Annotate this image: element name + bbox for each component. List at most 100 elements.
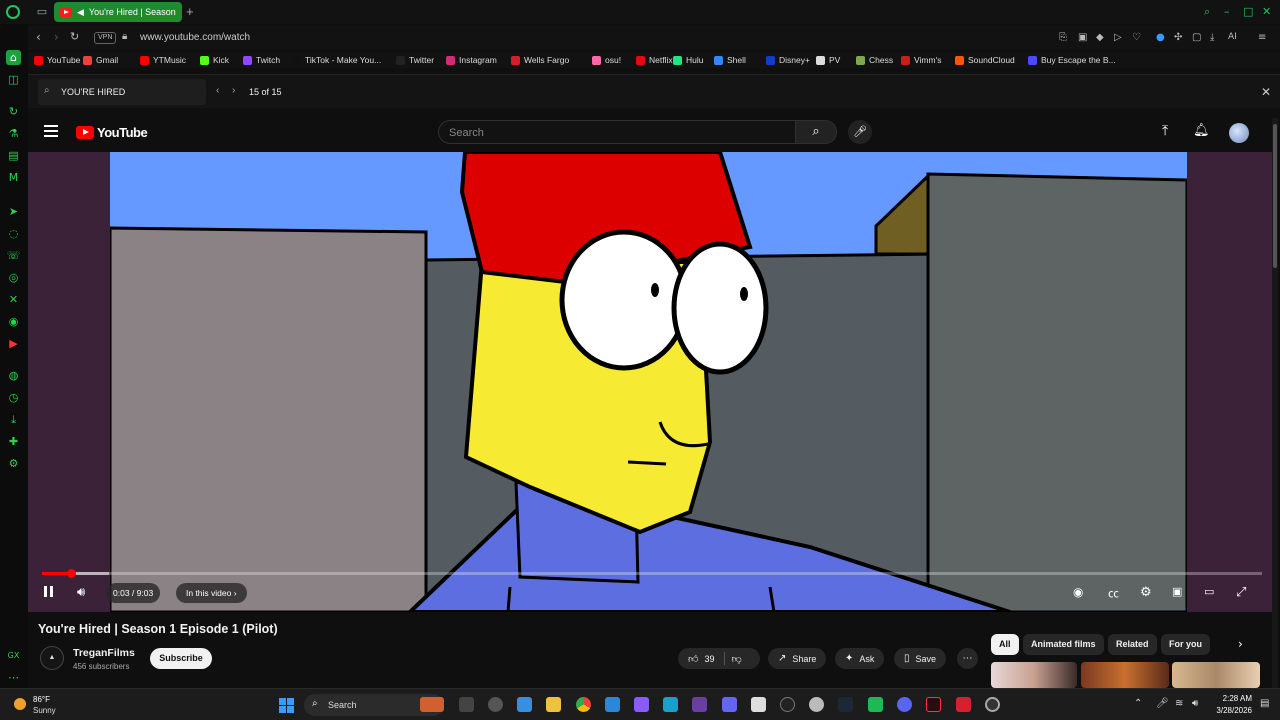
cast-icon[interactable]: ▭ bbox=[1204, 585, 1214, 598]
miniplayer-icon[interactable]: ▣ bbox=[1172, 585, 1182, 598]
whatsapp-icon[interactable]: ☏ bbox=[6, 248, 21, 263]
gx-icon[interactable]: GX bbox=[6, 648, 21, 663]
clock-time[interactable]: 2:28 AM bbox=[1212, 694, 1252, 703]
download-icon[interactable]: ⤓ bbox=[1210, 32, 1214, 43]
reload-icon[interactable]: ↻ bbox=[70, 30, 79, 43]
app-icon[interactable] bbox=[780, 697, 795, 712]
app-icon[interactable] bbox=[751, 697, 766, 712]
minimize-icon[interactable]: – bbox=[1224, 5, 1230, 18]
settings-app-icon[interactable] bbox=[488, 697, 503, 712]
youtube-search-box[interactable]: Search bbox=[438, 120, 796, 144]
messenger-m-icon[interactable]: M bbox=[6, 170, 21, 185]
weather-description[interactable]: Sunny bbox=[33, 706, 56, 715]
find-previous-icon[interactable]: ‹ bbox=[216, 85, 219, 96]
file-explorer-icon[interactable] bbox=[546, 697, 561, 712]
bookmark-item[interactable]: Instagram bbox=[446, 54, 497, 66]
bookmark-item[interactable]: TikTok - Make You... bbox=[292, 54, 381, 66]
share-button[interactable]: ↗ Share bbox=[768, 648, 827, 669]
instagram-icon[interactable]: ◎ bbox=[6, 270, 21, 285]
spotify-icon[interactable]: ◍ bbox=[6, 368, 21, 383]
play-icon[interactable]: ▷ bbox=[1114, 32, 1122, 43]
app-icon[interactable] bbox=[722, 697, 737, 712]
app-icon[interactable] bbox=[692, 697, 707, 712]
related-thumbnail[interactable] bbox=[1081, 662, 1169, 688]
heart-icon[interactable]: ♡ bbox=[1132, 32, 1141, 43]
page-scrollbar-thumb[interactable] bbox=[1273, 124, 1277, 268]
snapshot-icon[interactable]: ▣ bbox=[1078, 32, 1087, 43]
speaker-icon[interactable]: ◀ bbox=[77, 7, 84, 18]
settings-gear-icon[interactable]: ⚙ bbox=[1140, 585, 1152, 600]
workspaces-icon[interactable]: ▭ bbox=[36, 6, 48, 18]
volume-tray-icon[interactable]: 🔊︎ bbox=[1192, 698, 1198, 709]
upload-icon[interactable]: ⤒ bbox=[1162, 123, 1168, 139]
maximize-icon[interactable]: □ bbox=[1243, 5, 1253, 18]
back-icon[interactable]: ‹ bbox=[36, 30, 41, 44]
lock-icon[interactable]: 🔒︎ bbox=[122, 31, 127, 42]
spotify-app-icon[interactable] bbox=[868, 697, 883, 712]
volume-icon[interactable]: 🔊︎ bbox=[77, 585, 85, 600]
flask-icon[interactable]: ⚗ bbox=[6, 126, 21, 141]
video-player[interactable]: 🔊︎ 0:03 / 9:03 In this video › ◉ ㏄ ⚙ ▣ ▭… bbox=[28, 152, 1272, 612]
related-thumbnail[interactable] bbox=[1172, 662, 1260, 688]
in-this-video-button[interactable]: In this video › bbox=[176, 583, 247, 603]
opera-gx-app-icon[interactable] bbox=[926, 697, 941, 712]
bookmark-item[interactable]: Wells Fargo bbox=[511, 54, 569, 66]
bookmark-item[interactable]: Gmail bbox=[83, 54, 118, 66]
tray-overflow-icon[interactable]: ⌃ bbox=[1134, 698, 1142, 709]
shield-icon[interactable]: ◆ bbox=[1096, 32, 1104, 43]
autoplay-toggle-icon[interactable]: ◉ bbox=[1073, 585, 1083, 599]
channel-name[interactable]: TreganFilms bbox=[73, 647, 135, 659]
url-field[interactable]: www.youtube.com/watch bbox=[140, 32, 250, 43]
youtube-search-input[interactable]: Search bbox=[449, 127, 484, 139]
thumbs-down-icon[interactable]: 👎︎ bbox=[731, 653, 741, 665]
bookmark-item[interactable]: SoundCloud bbox=[955, 54, 1015, 66]
discord-app-icon[interactable] bbox=[897, 697, 912, 712]
thumbs-up-icon[interactable]: 👍︎ bbox=[688, 653, 698, 665]
ask-button[interactable]: ✦ Ask bbox=[835, 648, 885, 669]
app-icon[interactable] bbox=[956, 697, 971, 712]
sidebar-more-icon[interactable]: ⋯ bbox=[6, 670, 21, 685]
close-window-icon[interactable]: ✕ bbox=[1262, 5, 1271, 18]
vpn-badge[interactable]: VPN bbox=[94, 32, 117, 44]
account-avatar[interactable] bbox=[1229, 123, 1249, 143]
bookmark-item[interactable]: Hulu bbox=[673, 54, 703, 66]
notepad-icon[interactable] bbox=[605, 697, 620, 712]
bookmark-item[interactable]: Disney+ bbox=[766, 54, 810, 66]
chrome-icon[interactable] bbox=[576, 697, 591, 712]
guide-menu-icon[interactable] bbox=[44, 125, 58, 137]
related-thumbnail[interactable] bbox=[991, 662, 1077, 688]
app-icon[interactable] bbox=[809, 697, 824, 712]
captions-icon[interactable]: ㏄ bbox=[1108, 585, 1119, 601]
history-icon[interactable]: ◷ bbox=[6, 390, 21, 405]
weather-temperature[interactable]: 86°F bbox=[33, 695, 50, 704]
bookmark-item[interactable]: Chess bbox=[856, 54, 893, 66]
youtube-sidebar-icon[interactable]: ▶ bbox=[6, 336, 21, 351]
bookmark-item[interactable]: PV bbox=[816, 54, 840, 66]
clock-date[interactable]: 3/28/2026 bbox=[1206, 706, 1252, 715]
start-windows-icon[interactable] bbox=[279, 698, 294, 713]
find-input[interactable]: YOU'RE HIRED bbox=[61, 87, 125, 97]
app-icon[interactable] bbox=[634, 697, 649, 712]
new-tab-icon[interactable]: + bbox=[186, 4, 194, 19]
weather-sun-icon[interactable] bbox=[14, 698, 26, 710]
tab-youtube-active[interactable]: ◀ You're Hired | Season bbox=[54, 2, 182, 22]
downloads-icon[interactable]: ⤓ bbox=[6, 412, 21, 427]
pause-icon[interactable] bbox=[42, 585, 56, 599]
refresh-panel-icon[interactable]: ↻ bbox=[6, 104, 21, 119]
forward-icon[interactable]: › bbox=[54, 30, 59, 44]
bookmark-item[interactable]: Buy Escape the B... bbox=[1028, 54, 1116, 66]
find-close-icon[interactable]: ✕ bbox=[1261, 85, 1271, 99]
bookmark-item[interactable]: Twitch bbox=[243, 54, 280, 66]
microphone-icon[interactable]: 🎤︎ bbox=[1156, 698, 1169, 709]
find-input-box[interactable]: ⌕ YOU'RE HIRED bbox=[38, 79, 206, 105]
discord-icon[interactable]: ◉ bbox=[6, 314, 21, 329]
messenger-icon[interactable]: ◌ bbox=[6, 226, 21, 241]
chips-next-icon[interactable]: › bbox=[1238, 637, 1243, 651]
app-icon[interactable] bbox=[663, 697, 678, 712]
opera-logo-icon[interactable] bbox=[6, 5, 20, 19]
chip-all[interactable]: All bbox=[991, 634, 1019, 655]
voice-search-icon[interactable]: 🎤︎ bbox=[848, 120, 872, 144]
obs-icon[interactable] bbox=[985, 697, 1000, 712]
bookmark-item[interactable]: Netflix bbox=[636, 54, 673, 66]
menu-icon[interactable]: ≡ bbox=[1258, 32, 1266, 43]
